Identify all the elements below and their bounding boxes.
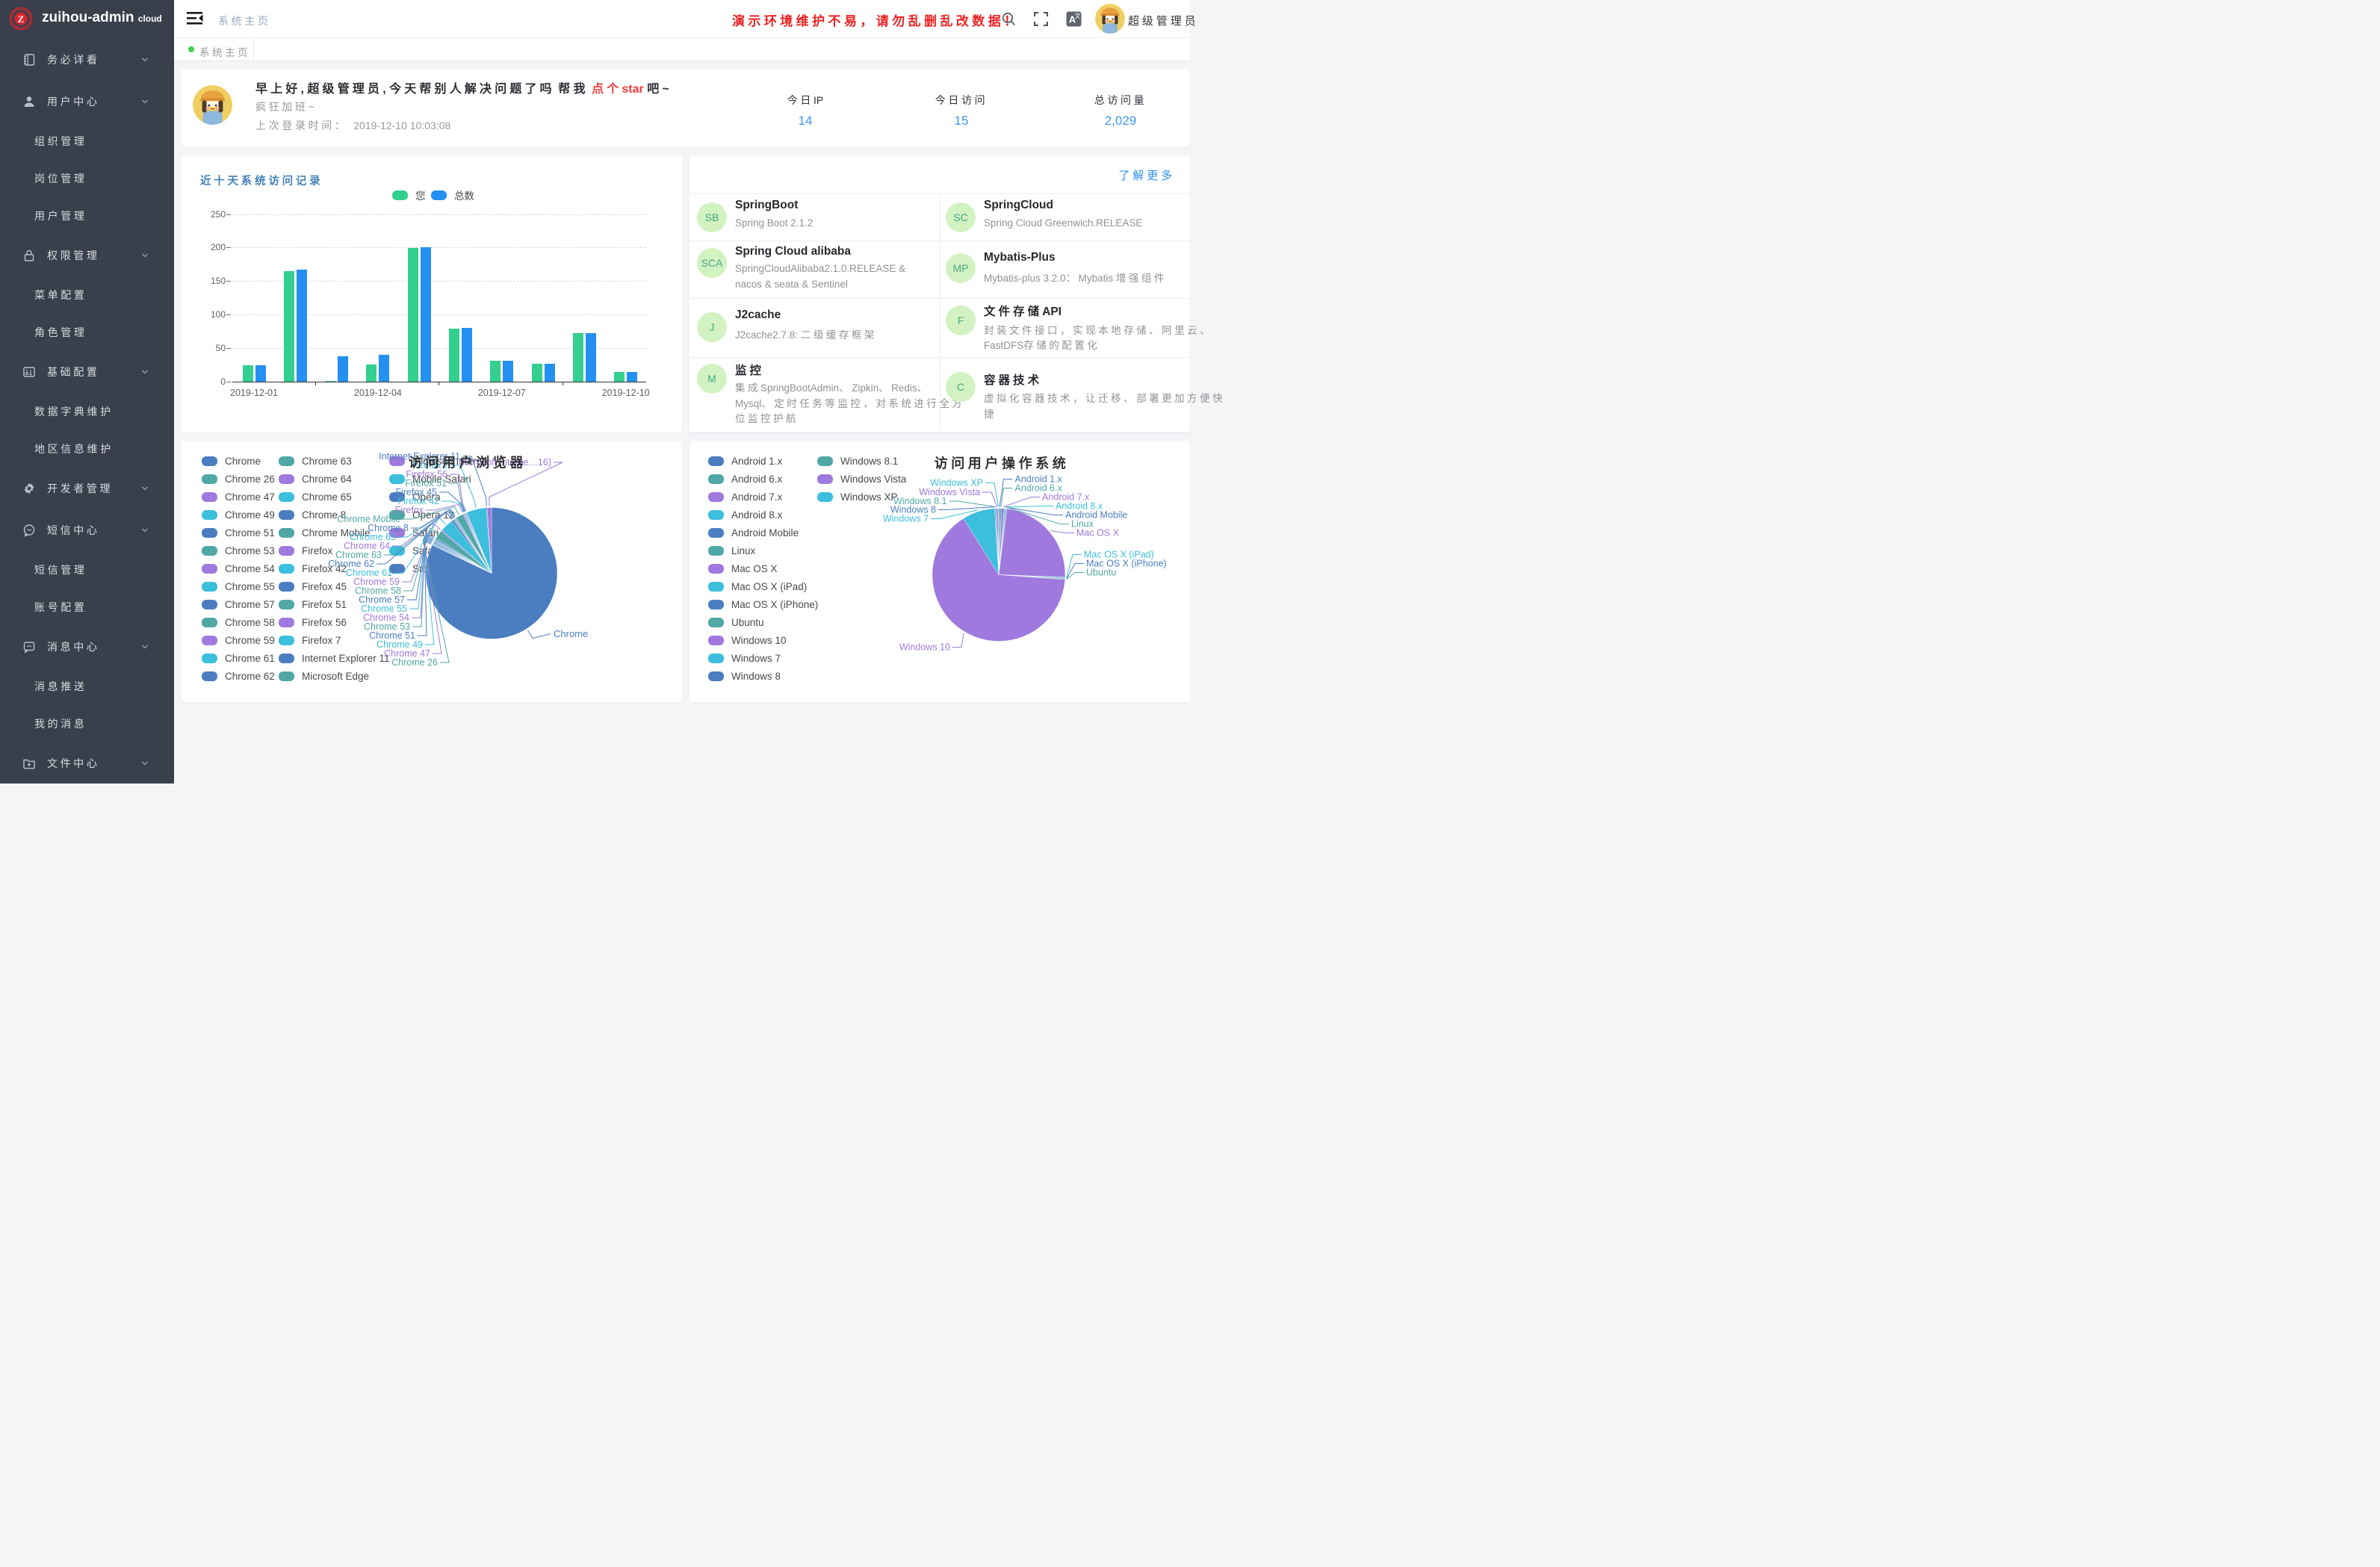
svg-text:Chrome 8: Chrome 8: [368, 523, 409, 533]
svg-text:Chrome 59: Chrome 59: [353, 577, 400, 587]
svg-text:Chrome 65: Chrome 65: [350, 532, 396, 542]
svg-text:Chrome 53: Chrome 53: [364, 621, 410, 632]
svg-text:Mac OS X: Mac OS X: [1076, 527, 1120, 538]
svg-text:Chrome 51: Chrome 51: [369, 630, 415, 641]
svg-text:Windows 10: Windows 10: [899, 642, 950, 652]
svg-text:Firefox 45: Firefox 45: [395, 487, 437, 497]
svg-text:Chrome 58: Chrome 58: [355, 586, 401, 596]
svg-text:访问用户操作系统: 访问用户操作系统: [935, 455, 1070, 471]
svg-text:Chrome 26: Chrome 26: [391, 657, 438, 668]
svg-text:Chrome 63: Chrome 63: [335, 550, 382, 560]
svg-text:Chrome 54: Chrome 54: [363, 612, 409, 623]
svg-text:Firefox 51: Firefox 51: [405, 478, 447, 488]
svg-text:访问用户浏览器: 访问用户浏览器: [409, 454, 527, 470]
svg-text:Chrome 62: Chrome 62: [328, 559, 374, 569]
svg-text:Firefox: Firefox: [395, 505, 424, 515]
svg-text:Z: Z: [18, 13, 25, 25]
svg-text:Chrome 49: Chrome 49: [376, 639, 423, 650]
svg-text:Chrome 57: Chrome 57: [359, 595, 405, 605]
svg-text:Chrome: Chrome: [554, 628, 588, 639]
svg-text:文: 文: [1075, 12, 1081, 19]
svg-text:Chrome 64: Chrome 64: [344, 541, 390, 551]
svg-text:Ubuntu: Ubuntu: [1086, 567, 1116, 577]
svg-text:Chrome 47: Chrome 47: [384, 648, 430, 659]
svg-text:Firefox 42: Firefox 42: [397, 496, 439, 506]
svg-text:Chrome 55: Chrome 55: [361, 603, 407, 614]
svg-text:Chrome 61: Chrome 61: [346, 568, 392, 578]
svg-text:Windows 7: Windows 7: [883, 513, 929, 524]
svg-text:Chrome Mobile: Chrome Mobile: [337, 514, 400, 524]
svg-text:Firefox 56: Firefox 56: [406, 469, 447, 480]
